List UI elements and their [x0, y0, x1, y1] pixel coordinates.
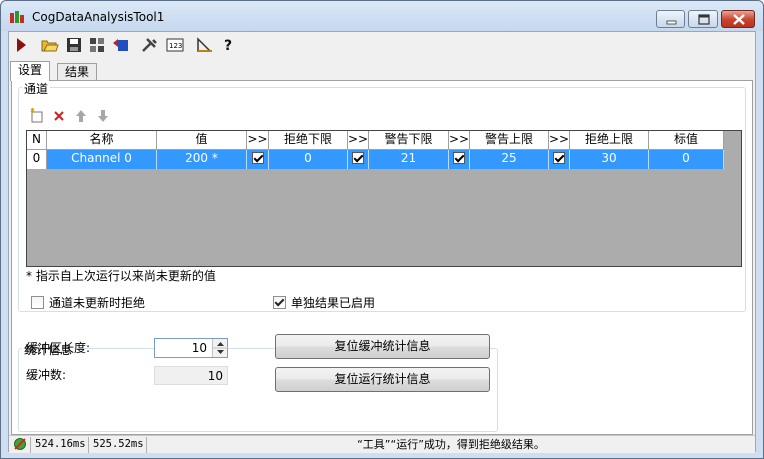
tool-icon — [90, 38, 104, 52]
save-icon — [67, 38, 81, 52]
individual-results-checkbox[interactable]: 单独结果已启用 — [273, 294, 375, 311]
close-icon — [733, 14, 745, 25]
checkbox-checked-icon — [273, 296, 286, 309]
grid-header-reject-high[interactable]: 拒绝上限 — [570, 131, 649, 150]
grid-header-warn-low[interactable]: 警告下限 — [369, 131, 449, 150]
channel-grid[interactable]: N 名称 值 >> 拒绝下限 >> 警告下限 >> 警告上限 >> 拒绝上限 标… — [26, 130, 742, 267]
buffer-count-field: 10 — [154, 366, 228, 385]
tool-properties-button[interactable] — [87, 35, 107, 55]
grid-cell-warn-low[interactable]: 21 — [369, 150, 449, 169]
spin-arrows-icon — [213, 342, 228, 354]
app-icon — [10, 11, 24, 23]
client-area: 123 ? 设置 结果 通道 统计信息 N 名称 值 >> 拒绝下限 >> 警告… — [8, 31, 756, 453]
close-button[interactable] — [721, 10, 755, 28]
measure-button[interactable] — [195, 35, 215, 55]
help-button[interactable]: ? — [219, 35, 239, 55]
title-bar[interactable]: CogDataAnalysisTool1 — [1, 1, 763, 31]
minimize-icon — [666, 20, 677, 25]
reset-buffer-stats-button[interactable]: 复位缓冲统计信息 — [275, 334, 490, 359]
status-icon — [14, 438, 26, 450]
number-icon: 123 — [166, 38, 184, 52]
grid-cell-reject-high[interactable]: 30 — [570, 150, 649, 169]
settings-button[interactable] — [140, 35, 160, 55]
grid-header-toggle[interactable]: >> — [348, 131, 369, 150]
delete-row-button[interactable] — [51, 108, 67, 124]
run-icon — [17, 38, 26, 52]
help-icon: ? — [224, 38, 232, 53]
grid-header-reject-low[interactable]: 拒绝下限 — [269, 131, 348, 150]
app-window: CogDataAnalysisTool1 123 ? 设置 结果 通道 统计信息… — [0, 0, 764, 459]
stale-value-note: * 指示自上次运行以来尚未更新的值 — [26, 269, 216, 283]
reject-unupdated-label: 通道未更新时拒绝 — [49, 296, 146, 310]
measure-icon — [197, 37, 212, 52]
grid-cell-warn-high[interactable]: 25 — [470, 150, 549, 169]
checkbox-icon — [352, 151, 364, 164]
tab-settings[interactable]: 设置 — [10, 61, 51, 81]
main-toolbar: 123 ? — [9, 32, 755, 58]
grid-cell-warn-high-enabled[interactable] — [449, 150, 470, 169]
minimize-button[interactable] — [656, 10, 685, 28]
status-icon-cell — [9, 437, 31, 453]
buffer-length-stepper[interactable]: 10 — [154, 338, 228, 358]
grid-cell-warn-low-enabled[interactable] — [348, 150, 369, 169]
grid-header-n[interactable]: N — [27, 131, 47, 150]
individual-results-label: 单独结果已启用 — [291, 296, 376, 310]
reset-run-stats-button[interactable]: 复位运行统计信息 — [275, 367, 490, 392]
buffer-length-label: 缓冲区长度: — [26, 341, 91, 355]
svg-text:123: 123 — [169, 42, 182, 50]
settings-icon — [142, 38, 157, 52]
grid-header-value[interactable]: 值 — [157, 131, 247, 150]
run-button[interactable] — [11, 35, 31, 55]
open-icon — [41, 40, 59, 52]
reset-button[interactable] — [111, 35, 131, 55]
grid-cell-reject-high-enabled[interactable] — [549, 150, 570, 169]
new-icon — [30, 108, 43, 123]
maximize-button[interactable] — [688, 10, 718, 28]
grid-header-nominal[interactable]: 标值 — [649, 131, 724, 150]
checkbox-unchecked-icon — [31, 296, 44, 309]
checkbox-icon — [553, 151, 565, 164]
add-row-button[interactable] — [29, 108, 45, 124]
open-button[interactable] — [40, 35, 60, 55]
window-title: CogDataAnalysisTool1 — [32, 10, 165, 24]
checkbox-icon — [251, 151, 264, 164]
move-down-button[interactable] — [95, 108, 111, 124]
reject-unupdated-checkbox[interactable]: 通道未更新时拒绝 — [31, 294, 145, 311]
reset-icon — [113, 39, 128, 51]
status-time-2: 525.52ms — [89, 437, 147, 453]
buffer-count-label: 缓冲数: — [26, 368, 67, 382]
grid-cell-nominal[interactable]: 0 — [649, 150, 724, 169]
checkbox-icon — [453, 151, 465, 164]
delete-icon — [54, 111, 64, 121]
status-time-1: 524.16ms — [31, 437, 89, 453]
move-up-button[interactable] — [73, 108, 89, 124]
arrow-down-icon — [98, 110, 108, 122]
status-message: “工具”“运行”成功，得到拒绝级结果。 — [357, 438, 545, 451]
grid-header-toggle[interactable]: >> — [247, 131, 269, 150]
grid-header-warn-high[interactable]: 警告上限 — [470, 131, 549, 150]
grid-header-name[interactable]: 名称 — [47, 131, 157, 150]
channel-group-title: 通道 — [22, 80, 51, 97]
maximize-icon — [698, 14, 710, 25]
save-button[interactable] — [64, 35, 84, 55]
tab-results[interactable]: 结果 — [57, 63, 98, 81]
grid-toolbar — [22, 105, 742, 127]
grid-cell-reject-low[interactable]: 0 — [269, 150, 348, 169]
grid-cell-name[interactable]: Channel 0 — [47, 150, 157, 169]
stepper-arrows[interactable] — [212, 339, 228, 357]
tab-strip: 设置 结果 — [9, 61, 755, 81]
grid-header-toggle[interactable]: >> — [549, 131, 570, 150]
grid-cell-reject-low-enabled[interactable] — [247, 150, 269, 169]
grid-row-index[interactable]: 0 — [27, 150, 47, 169]
numeric-button[interactable]: 123 — [165, 35, 185, 55]
grid-cell-value[interactable]: 200 * — [157, 150, 247, 169]
arrow-up-icon — [76, 110, 86, 122]
grid-header-toggle[interactable]: >> — [449, 131, 470, 150]
buffer-count-value: 10 — [207, 369, 223, 383]
buffer-length-value: 10 — [191, 341, 207, 355]
status-bar: 524.16ms 525.52ms “工具”“运行”成功，得到拒绝级结果。 — [9, 435, 755, 453]
svg-text:?: ? — [224, 38, 232, 53]
